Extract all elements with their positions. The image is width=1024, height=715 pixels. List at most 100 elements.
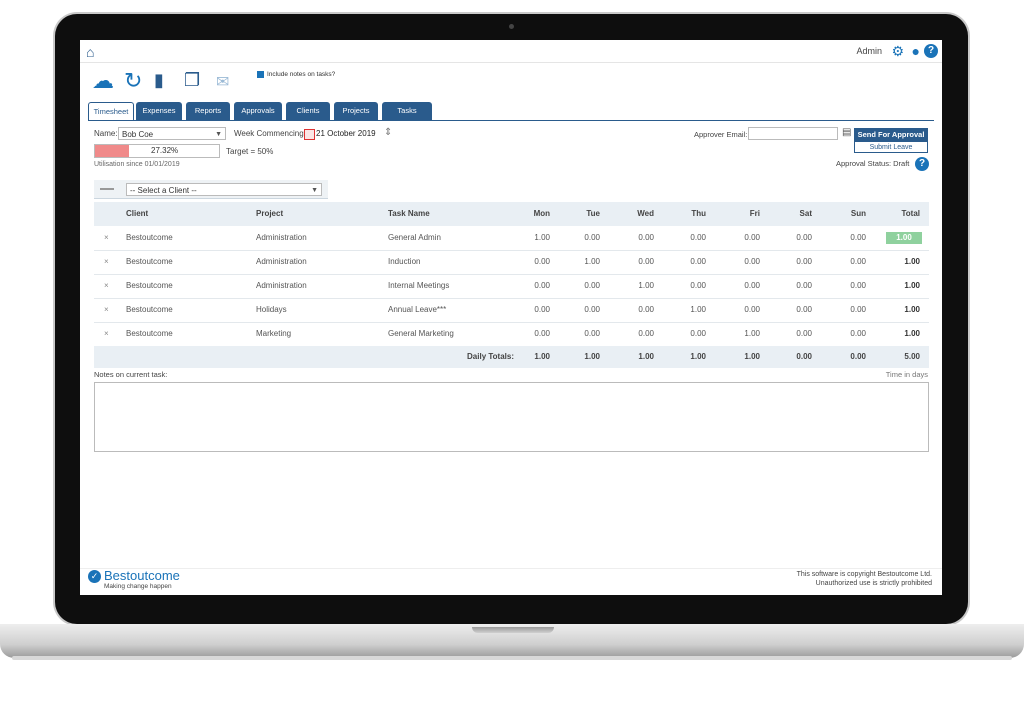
cell-day[interactable]: 0.00: [772, 322, 812, 346]
target-label: Target = 50%: [226, 147, 274, 156]
cell-day[interactable]: 0.00: [666, 274, 706, 298]
cell-day[interactable]: 0.00: [772, 250, 812, 274]
copyright-line-1: This software is copyright Bestoutcome L…: [796, 571, 932, 578]
remove-row-icon[interactable]: ×: [104, 274, 109, 298]
week-value[interactable]: 21 October 2019: [316, 129, 376, 138]
cell-day[interactable]: 0.00: [666, 322, 706, 346]
cell-day[interactable]: 0.00: [720, 226, 760, 250]
app-screen: ⌂ Admin ⚙ ● ? ☁ ↻ ▮ ❐ ✉ Include notes on…: [80, 40, 942, 595]
cell-day[interactable]: 0.00: [772, 226, 812, 250]
table-row: × Bestoutcome Administration General Admin 1…: [94, 226, 929, 251]
help-icon[interactable]: ?: [915, 157, 929, 171]
cell-day[interactable]: 1.00: [560, 250, 600, 274]
name-value: Bob Coe: [122, 130, 154, 139]
daily-totals-label: Daily Totals:: [467, 352, 514, 361]
approver-email-input[interactable]: [748, 127, 838, 140]
cell-day[interactable]: 1.00: [614, 274, 654, 298]
notes-textarea[interactable]: [94, 382, 929, 452]
cell-day[interactable]: 0.00: [826, 274, 866, 298]
laptop-notch: [472, 627, 554, 633]
header-sun: Sun: [850, 209, 866, 218]
footer-divider: [80, 568, 942, 569]
remove-row-icon[interactable]: ×: [104, 322, 109, 346]
cell-day[interactable]: 0.00: [772, 298, 812, 322]
send-for-approval-button[interactable]: Send For Approval: [854, 128, 928, 141]
include-notes-label: Include notes on tasks?: [267, 71, 336, 79]
approval-status: Approval Status: Draft: [836, 159, 910, 168]
cell-day[interactable]: 0.00: [720, 298, 760, 322]
chevron-down-icon: ▼: [215, 131, 222, 138]
cell-day[interactable]: 1.00: [720, 322, 760, 346]
table-row: × Bestoutcome Marketing General Marketing 0.…: [94, 322, 929, 347]
header-sat: Sat: [799, 209, 812, 218]
tab-expenses[interactable]: Expenses: [136, 102, 182, 120]
tab-projects[interactable]: Projects: [334, 102, 378, 120]
cell-day[interactable]: 0.00: [614, 322, 654, 346]
cell-day[interactable]: 0.00: [560, 274, 600, 298]
chevron-down-icon: ▼: [311, 187, 318, 194]
brand-logo: Bestoutcome: [104, 568, 180, 583]
tab-tasks[interactable]: Tasks: [382, 102, 432, 120]
tab-approvals[interactable]: Approvals: [234, 102, 282, 120]
cell-day[interactable]: 0.00: [826, 322, 866, 346]
home-icon[interactable]: ⌂: [86, 44, 94, 60]
checkbox-checked[interactable]: [257, 71, 264, 78]
cell-day[interactable]: 0.00: [560, 226, 600, 250]
cell-project: Administration: [256, 233, 307, 242]
header-fri: Fri: [749, 209, 760, 218]
utilisation-since: Utilisation since 01/01/2019: [94, 161, 180, 168]
cell-day[interactable]: 0.00: [510, 250, 550, 274]
refresh-icon[interactable]: ↻: [124, 68, 142, 94]
cell-day[interactable]: 0.00: [510, 274, 550, 298]
cell-day[interactable]: 0.00: [826, 226, 866, 250]
submit-leave-button[interactable]: Submit Leave: [854, 141, 928, 153]
cell-day[interactable]: 0.00: [510, 322, 550, 346]
copyright: This software is copyright Bestoutcome L…: [797, 570, 932, 588]
client-select[interactable]: -- Select a Client -- ▼: [126, 183, 322, 196]
week-spinner-icon[interactable]: ⇕: [384, 127, 392, 138]
address-book-icon[interactable]: ▤: [842, 127, 851, 138]
cell-day[interactable]: 0.00: [826, 298, 866, 322]
remove-row-icon[interactable]: ×: [104, 250, 109, 274]
tab-timesheet[interactable]: Timesheet: [88, 102, 134, 121]
include-notes-checkbox[interactable]: Include notes on tasks?: [257, 71, 335, 78]
eraser-icon[interactable]: ▮: [154, 70, 164, 91]
approver-label: Approver Email:: [694, 130, 748, 139]
cell-day[interactable]: 0.00: [666, 226, 706, 250]
header-project: Project: [256, 209, 284, 218]
cell-day[interactable]: 0.00: [666, 250, 706, 274]
copy-icon[interactable]: ❐: [184, 70, 200, 91]
cell-day[interactable]: 0.00: [560, 298, 600, 322]
cell-day[interactable]: 0.00: [560, 322, 600, 346]
cell-day[interactable]: 1.00: [666, 298, 706, 322]
cell-client: Bestoutcome: [126, 233, 173, 242]
daily-totals-row: Daily Totals: 1.00 1.00 1.00 1.00 1.00 0…: [94, 346, 929, 368]
copyright-line-2: Unauthorized use is strictly prohibited: [815, 580, 932, 587]
cell-day[interactable]: 0.00: [720, 274, 760, 298]
cell-day[interactable]: 0.00: [720, 250, 760, 274]
minus-icon: [100, 188, 114, 190]
cell-day[interactable]: 0.00: [826, 250, 866, 274]
user-icon[interactable]: ●: [912, 43, 920, 59]
cell-day[interactable]: 0.00: [614, 226, 654, 250]
cell-day[interactable]: 0.00: [614, 298, 654, 322]
cell-day[interactable]: 0.00: [510, 298, 550, 322]
cell-day[interactable]: 1.00: [510, 226, 550, 250]
remove-row-icon[interactable]: ×: [104, 298, 109, 322]
mail-icon[interactable]: ✉: [216, 72, 229, 92]
cell-day[interactable]: 0.00: [614, 250, 654, 274]
tab-clients[interactable]: Clients: [286, 102, 330, 120]
tab-reports[interactable]: Reports: [186, 102, 230, 120]
cell-day[interactable]: 0.00: [772, 274, 812, 298]
admin-label[interactable]: Admin: [856, 46, 882, 56]
header-total: Total: [901, 209, 920, 218]
cell-project: Holidays: [256, 305, 287, 314]
cell-total-highlighted: 1.00: [886, 232, 922, 244]
name-select[interactable]: Bob Coe ▼: [118, 127, 226, 140]
gear-icon[interactable]: ⚙: [891, 43, 904, 60]
cell-project: Administration: [256, 281, 307, 290]
remove-row-icon[interactable]: ×: [104, 226, 109, 250]
help-icon[interactable]: ?: [924, 44, 938, 58]
calendar-icon[interactable]: [304, 129, 315, 140]
upload-cloud-icon[interactable]: ☁: [92, 68, 114, 94]
